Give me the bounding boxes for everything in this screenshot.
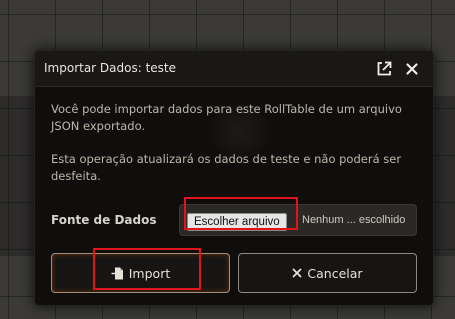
- dialog-titlebar: Importar Dados: teste: [35, 51, 433, 87]
- file-input[interactable]: Escolher arquivo Nenhum ... escolhido: [179, 204, 417, 236]
- dialog-content: Você pode importar dados para este RollT…: [35, 87, 433, 305]
- file-import-icon: [111, 267, 124, 280]
- data-source-label: Fonte de Dados: [51, 213, 157, 227]
- import-button[interactable]: Import: [51, 253, 230, 293]
- dialog-title: Importar Dados: teste: [44, 61, 177, 75]
- import-button-label: Import: [128, 265, 171, 281]
- choose-file-button[interactable]: Escolher arquivo: [187, 213, 287, 231]
- import-description: Você pode importar dados para este RollT…: [51, 102, 402, 133]
- external-link-icon[interactable]: [375, 60, 393, 78]
- close-icon[interactable]: [403, 60, 421, 78]
- import-data-dialog: Importar Dados: teste Você pode importar…: [34, 50, 434, 306]
- file-status-text: Nenhum ... escolhido: [302, 214, 406, 226]
- import-warning: Esta operação atualizará os dados de tes…: [51, 152, 402, 183]
- times-icon: [292, 268, 302, 278]
- cancel-button[interactable]: Cancelar: [238, 253, 417, 293]
- cancel-button-label: Cancelar: [307, 265, 363, 281]
